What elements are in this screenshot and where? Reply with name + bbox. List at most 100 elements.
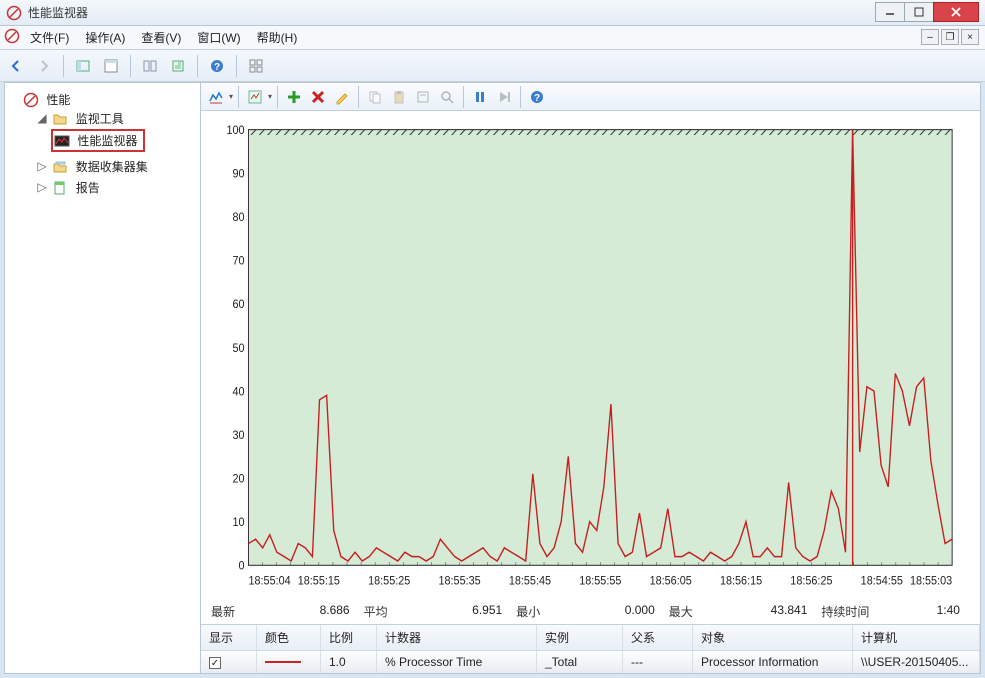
view-type-button[interactable] bbox=[205, 86, 227, 108]
col-computer[interactable]: 计算机 bbox=[853, 625, 980, 650]
svg-text:18:56:15: 18:56:15 bbox=[720, 575, 762, 588]
col-counter[interactable]: 计数器 bbox=[377, 625, 537, 650]
expand-icon[interactable]: ▷ bbox=[37, 180, 47, 194]
col-parent[interactable]: 父系 bbox=[623, 625, 693, 650]
help-button[interactable]: ? bbox=[526, 86, 548, 108]
dropdown-icon[interactable]: ▾ bbox=[268, 92, 272, 101]
svg-text:18:55:03: 18:55:03 bbox=[910, 575, 952, 588]
export-button[interactable] bbox=[166, 54, 190, 78]
tree-monitoring-tools-label: 监视工具 bbox=[76, 112, 124, 126]
minimize-button[interactable] bbox=[875, 2, 905, 22]
view-group-button[interactable] bbox=[138, 54, 162, 78]
min-label: 最小 bbox=[516, 603, 540, 620]
tree-performance-monitor[interactable]: 性能监视器 bbox=[51, 127, 196, 154]
menu-view[interactable]: 查看(V) bbox=[135, 27, 187, 48]
svg-text:?: ? bbox=[214, 62, 220, 73]
display-mode-button[interactable] bbox=[244, 86, 266, 108]
highlight-button[interactable] bbox=[331, 86, 353, 108]
properties-button[interactable] bbox=[412, 86, 434, 108]
menu-window[interactable]: 窗口(W) bbox=[191, 27, 246, 48]
freeze-button[interactable] bbox=[469, 86, 491, 108]
show-hide-tree-button[interactable] bbox=[71, 54, 95, 78]
nav-forward-button[interactable] bbox=[32, 54, 56, 78]
svg-text:80: 80 bbox=[232, 212, 244, 225]
properties-button[interactable] bbox=[99, 54, 123, 78]
svg-text:?: ? bbox=[534, 93, 540, 104]
stats-bar: 最新8.686 平均6.951 最小0.000 最大43.841 持续时间1:4… bbox=[201, 600, 980, 624]
window-buttons bbox=[876, 2, 979, 22]
mdi-restore-button[interactable]: ❐ bbox=[941, 29, 959, 45]
perfmon-toolbar: ▾ ▾ ? bbox=[201, 83, 980, 111]
line-chart: 010203040506070809010018:55:0418:55:1518… bbox=[213, 121, 962, 596]
titlebar: 性能监视器 bbox=[0, 0, 985, 26]
col-show[interactable]: 显示 bbox=[201, 625, 257, 650]
col-object[interactable]: 对象 bbox=[693, 625, 853, 650]
svg-text:18:55:35: 18:55:35 bbox=[438, 575, 480, 588]
show-checkbox[interactable]: ✓ bbox=[209, 657, 221, 669]
app-icon bbox=[6, 5, 22, 21]
counter-row[interactable]: ✓ 1.0 % Processor Time _Total --- Proces… bbox=[201, 651, 980, 674]
svg-text:0: 0 bbox=[238, 560, 244, 573]
chart-area[interactable]: 010203040506070809010018:55:0418:55:1518… bbox=[201, 111, 980, 600]
mdi-child-buttons: – ❐ × bbox=[921, 29, 979, 45]
col-instance[interactable]: 实例 bbox=[537, 625, 623, 650]
avg-label: 平均 bbox=[364, 603, 388, 620]
tree-data-collector-sets[interactable]: ▷ 数据收集器集 bbox=[37, 156, 196, 177]
row-computer: \\USER-20150405... bbox=[853, 651, 980, 674]
zoom-button[interactable] bbox=[436, 86, 458, 108]
expand-icon[interactable]: ▷ bbox=[37, 159, 47, 173]
min-value: 0.000 bbox=[575, 603, 665, 620]
col-scale[interactable]: 比例 bbox=[321, 625, 377, 650]
tree-reports[interactable]: ▷ 报告 bbox=[37, 177, 196, 198]
nav-back-button[interactable] bbox=[4, 54, 28, 78]
svg-text:70: 70 bbox=[232, 255, 244, 268]
main-toolbar: ? bbox=[0, 50, 985, 82]
svg-text:18:55:15: 18:55:15 bbox=[298, 575, 340, 588]
tree-root-label: 性能 bbox=[46, 93, 70, 107]
row-parent: --- bbox=[623, 651, 693, 674]
counters-header[interactable]: 显示 颜色 比例 计数器 实例 父系 对象 计算机 bbox=[201, 625, 980, 651]
collapse-icon[interactable]: ◢ bbox=[37, 111, 47, 125]
remove-counter-button[interactable] bbox=[307, 86, 329, 108]
row-scale: 1.0 bbox=[321, 651, 377, 674]
mdi-minimize-button[interactable]: – bbox=[921, 29, 939, 45]
paste-button[interactable] bbox=[388, 86, 410, 108]
svg-text:18:55:45: 18:55:45 bbox=[509, 575, 551, 588]
update-button[interactable] bbox=[493, 86, 515, 108]
mdi-close-button[interactable]: × bbox=[961, 29, 979, 45]
menu-help[interactable]: 帮助(H) bbox=[251, 27, 304, 48]
svg-text:20: 20 bbox=[232, 473, 244, 486]
tree-monitoring-tools[interactable]: ◢ 监视工具 性能监视器 bbox=[37, 108, 196, 156]
col-color[interactable]: 颜色 bbox=[257, 625, 321, 650]
perfmon-icon bbox=[54, 133, 70, 149]
svg-text:100: 100 bbox=[226, 125, 244, 138]
copy-button[interactable] bbox=[364, 86, 386, 108]
performance-icon bbox=[23, 92, 39, 108]
duration-label: 持续时间 bbox=[821, 603, 869, 620]
maximize-button[interactable] bbox=[904, 2, 934, 22]
duration-value: 1:40 bbox=[880, 603, 970, 620]
svg-text:40: 40 bbox=[232, 386, 244, 399]
tree-root[interactable]: 性能 ◢ 监视工具 性能监视器 bbox=[23, 89, 196, 200]
max-label: 最大 bbox=[669, 603, 693, 620]
window-title: 性能监视器 bbox=[28, 4, 88, 21]
series-color-swatch bbox=[265, 661, 301, 663]
tree-reports-label: 报告 bbox=[76, 181, 100, 195]
close-button[interactable] bbox=[933, 2, 979, 22]
menu-file[interactable]: 文件(F) bbox=[24, 27, 75, 48]
svg-text:30: 30 bbox=[232, 430, 244, 443]
row-counter: % Processor Time bbox=[377, 651, 537, 674]
menu-action[interactable]: 操作(A) bbox=[79, 27, 131, 48]
help-button[interactable]: ? bbox=[205, 54, 229, 78]
avg-value: 6.951 bbox=[422, 603, 512, 620]
add-counter-button[interactable] bbox=[283, 86, 305, 108]
toggle-tile-button[interactable] bbox=[244, 54, 268, 78]
svg-text:90: 90 bbox=[232, 168, 244, 181]
svg-text:10: 10 bbox=[232, 517, 244, 530]
navigation-tree[interactable]: 性能 ◢ 监视工具 性能监视器 bbox=[5, 83, 201, 673]
svg-text:50: 50 bbox=[232, 342, 244, 355]
dropdown-icon[interactable]: ▾ bbox=[229, 92, 233, 101]
tree-dcs-label: 数据收集器集 bbox=[76, 160, 148, 174]
svg-text:18:56:05: 18:56:05 bbox=[650, 575, 692, 588]
row-instance: _Total bbox=[537, 651, 623, 674]
